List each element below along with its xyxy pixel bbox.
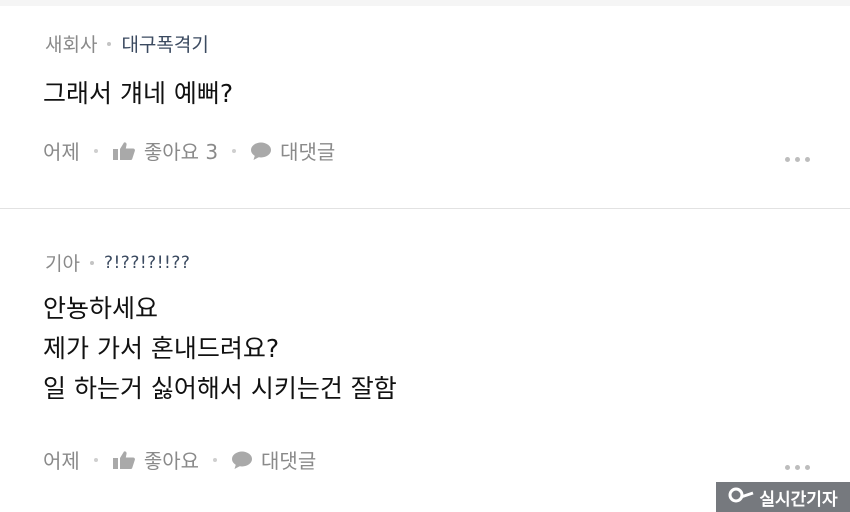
- user-level: 새회사: [45, 34, 98, 56]
- comment-time: 어제: [43, 449, 80, 473]
- comment-meta: 기아 ?!??!?!!??: [45, 249, 190, 276]
- comment-body: 그래서 걔네 예뻐?: [43, 74, 233, 114]
- comment-meta: 새회사 대구폭격기: [45, 30, 209, 57]
- comment-body-line: 안뇽하세요: [43, 294, 159, 323]
- thumbs-up-icon: [112, 450, 136, 470]
- comment-item: 새회사 대구폭격기 그래서 걔네 예뻐? 어제 좋아요 3 대댓글: [0, 0, 850, 208]
- reply-button[interactable]: 대댓글: [250, 136, 335, 165]
- comment-actions: 어제 좋아요 3 대댓글: [43, 136, 335, 165]
- more-dots-icon[interactable]: [785, 465, 810, 470]
- watermark-logo-icon: [728, 485, 754, 510]
- reply-label: 대댓글: [280, 140, 336, 164]
- like-label: 좋아요: [143, 449, 200, 473]
- speech-bubble-icon: [250, 141, 272, 161]
- comment-body-line: 제가 가서 혼내드려요?: [43, 334, 280, 363]
- like-button[interactable]: 좋아요: [112, 445, 199, 474]
- comment-body-line: 그래서 걔네 예뻐?: [43, 79, 234, 108]
- thumbs-up-icon: [112, 141, 136, 161]
- separator-dot: [93, 148, 98, 153]
- comment-actions: 어제 좋아요 대댓글: [43, 445, 316, 474]
- separator-dot: [93, 457, 98, 462]
- like-button[interactable]: 좋아요 3: [112, 136, 218, 165]
- more-dots-icon[interactable]: [785, 157, 810, 162]
- comment-body-line: 일 하는거 싫어해서 시키는건 잘함: [43, 374, 397, 403]
- watermark: 실시간기자: [716, 482, 850, 512]
- reply-button[interactable]: 대댓글: [231, 445, 316, 474]
- separator-dot: [213, 457, 218, 462]
- separator-dot: [89, 260, 94, 265]
- watermark-text: 실시간기자: [759, 489, 838, 510]
- separator-dot: [232, 148, 237, 153]
- user-nickname[interactable]: ?!??!?!!??: [104, 253, 190, 273]
- user-nickname[interactable]: 대구폭격기: [121, 30, 208, 57]
- speech-bubble-icon: [231, 450, 253, 470]
- reply-label: 대댓글: [261, 449, 317, 473]
- like-label: 좋아요 3: [143, 140, 219, 164]
- comment-body: 안뇽하세요 제가 가서 혼내드려요? 일 하는거 싫어해서 시키는건 잘함: [43, 289, 397, 409]
- user-level: 기아: [45, 253, 80, 275]
- separator-dot: [107, 41, 112, 46]
- comment-time: 어제: [43, 140, 80, 164]
- comment-item: 기아 ?!??!?!!?? 안뇽하세요 제가 가서 혼내드려요? 일 하는거 싫…: [0, 209, 850, 512]
